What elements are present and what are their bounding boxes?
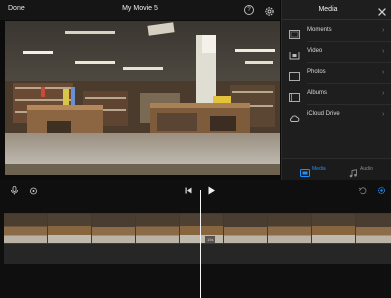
- media-item-moments[interactable]: Moments ›: [282, 21, 391, 42]
- play-icon[interactable]: [207, 182, 216, 195]
- project-toolbar: Done My Movie 5 ?: [0, 0, 280, 20]
- media-item-photos[interactable]: Photos ›: [282, 63, 391, 84]
- moments-icon: [289, 26, 300, 39]
- albums-icon: [289, 89, 300, 102]
- clip-thumbnail: [180, 214, 224, 243]
- photos-icon: [289, 68, 300, 81]
- timeline-area[interactable]: 15s: [0, 180, 391, 298]
- chevron-right-icon: ›: [382, 90, 385, 97]
- microphone-icon[interactable]: [10, 182, 19, 195]
- tab-audio-label: Audio: [360, 166, 373, 172]
- clip-thumbnail: [92, 214, 136, 243]
- clip-thumbnail: [136, 214, 180, 243]
- settings-gear-icon[interactable]: [377, 182, 386, 194]
- skip-to-start-icon[interactable]: [184, 182, 193, 194]
- timeline-toolbar: [0, 180, 391, 195]
- tab-media-label: Media: [312, 166, 326, 172]
- video-clip-filmstrip[interactable]: [4, 213, 391, 244]
- video-icon: [289, 47, 300, 60]
- camera-icon[interactable]: [29, 182, 38, 195]
- media-tab-icon: [300, 165, 310, 177]
- tab-audio[interactable]: Audio: [348, 163, 388, 178]
- clip-thumbnail: [356, 214, 391, 243]
- media-item-label: Moments: [307, 27, 332, 33]
- clip-thumbnail: [312, 214, 356, 243]
- media-item-icloud-drive[interactable]: iCloud Drive ›: [282, 105, 391, 126]
- audio-track[interactable]: [4, 244, 391, 264]
- chevron-right-icon: ›: [382, 48, 385, 55]
- chevron-right-icon: ›: [382, 111, 385, 118]
- media-tab-bar: Media Audio: [282, 158, 391, 180]
- clip-thumbnail: [48, 214, 92, 243]
- undo-icon[interactable]: [358, 182, 367, 195]
- icloud-icon: [289, 110, 300, 122]
- media-item-video[interactable]: Video ›: [282, 42, 391, 63]
- library-scene-image: [5, 21, 280, 175]
- panel-header-divider: [282, 19, 391, 20]
- media-item-label: Video: [307, 48, 323, 54]
- media-panel-title: Media: [318, 6, 338, 13]
- clip-thumbnail: [268, 214, 312, 243]
- media-item-label: Albums: [307, 90, 328, 96]
- clip-thumbnail: [224, 214, 268, 243]
- video-preview[interactable]: [5, 21, 280, 175]
- music-note-icon: [348, 165, 358, 178]
- settings-gear-icon[interactable]: [264, 4, 275, 16]
- tab-media[interactable]: Media: [300, 163, 340, 177]
- clip-duration-label: 15s: [205, 236, 216, 243]
- help-icon[interactable]: ?: [244, 5, 254, 15]
- project-title: My Movie 5: [122, 5, 158, 12]
- playhead[interactable]: [200, 190, 201, 298]
- media-browser-panel: Media Moments › Video › Photos › Albums …: [281, 0, 391, 180]
- clip-thumbnail: [4, 214, 48, 243]
- media-item-albums[interactable]: Albums ›: [282, 84, 391, 105]
- chevron-right-icon: ›: [382, 27, 385, 34]
- media-item-label: Photos: [307, 69, 326, 75]
- close-x-icon[interactable]: [377, 4, 387, 16]
- media-item-label: iCloud Drive: [307, 111, 340, 117]
- chevron-right-icon: ›: [382, 69, 385, 76]
